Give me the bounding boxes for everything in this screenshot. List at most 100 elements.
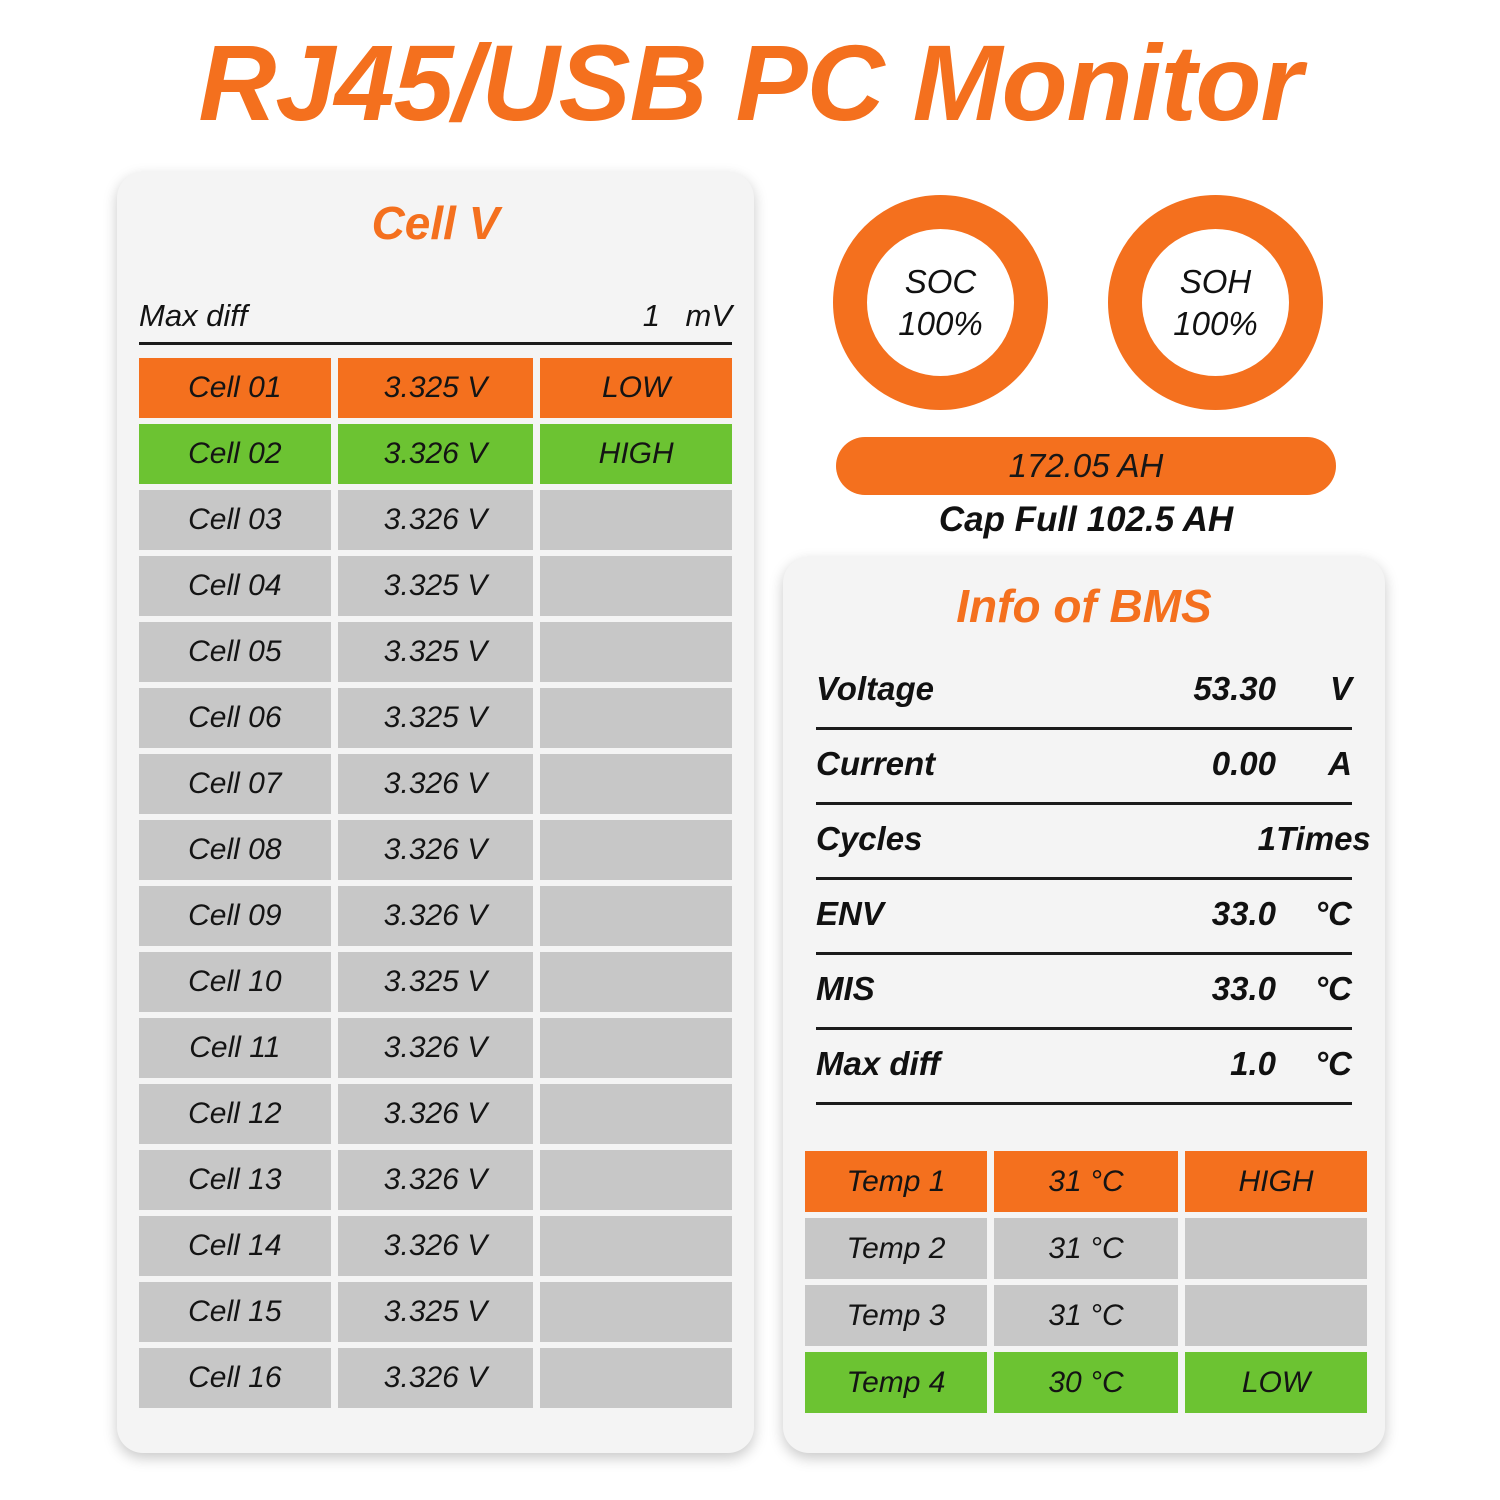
cell-voltage-value: 3.326 V [337,886,534,946]
cell-status-flag [540,1282,733,1342]
cell-name: Cell 03 [139,490,331,550]
cell-status-flag [540,622,733,682]
cell-row: Cell 15 3.325 V [139,1282,733,1342]
bms-info-value: 0.00 [1211,745,1276,782]
bms-info-label: ENV [816,895,884,932]
cell-name: Cell 15 [139,1282,331,1342]
cell-status-flag [540,490,733,550]
soh-gauge-label: SOH [1179,263,1252,301]
bms-info-row: Current 0.00 A [816,730,1352,805]
temperature-row: Temp 1 31 °C HIGH [805,1151,1367,1212]
cell-voltage-value: 3.325 V [337,688,534,748]
cell-row: Cell 02 3.326 V HIGH [139,424,733,484]
cell-name: Cell 12 [139,1084,331,1144]
cell-row: Cell 01 3.325 V LOW [139,358,733,418]
cell-voltage-panel-title: Cell V [371,197,500,249]
cell-voltage-value: 3.326 V [337,754,534,814]
bms-info-row: Voltage 53.30 V [816,655,1352,730]
bms-info-unit: Times [1276,820,1371,857]
temperature-status-flag: LOW [1185,1352,1367,1413]
bms-info-label: Current [816,745,936,782]
soh-gauge-value: 100% [1173,304,1258,342]
cell-max-diff-unit: mV [685,298,733,333]
cell-voltage-value: 3.326 V [337,424,534,484]
temperature-value: 30 °C [994,1352,1178,1413]
bms-info-label: Voltage [816,670,934,707]
bms-info-value: 53.30 [1193,670,1276,707]
cell-voltage-table: Cell 01 3.325 V LOW Cell 02 3.326 V HIGH Cell … [139,358,733,1414]
bms-info-row: Max diff 1.0 °C [816,1030,1352,1105]
bms-info-unit: °C [1314,1045,1352,1082]
cell-name: Cell 08 [139,820,331,880]
bms-info-unit: °C [1314,970,1352,1007]
cell-name: Cell 10 [139,952,331,1012]
cell-row: Cell 11 3.326 V [139,1018,733,1078]
cell-row: Cell 06 3.325 V [139,688,733,748]
remaining-capacity-pill: 172.05 AH [836,437,1336,495]
temperature-table: Temp 1 31 °C HIGH Temp 2 31 °C Temp 3 31 °C Tem… [805,1151,1367,1419]
temperature-row: Temp 4 30 °C LOW [805,1352,1367,1413]
cell-voltage-value: 3.326 V [337,1018,534,1078]
cell-row: Cell 10 3.325 V [139,952,733,1012]
soh-gauge: SOH 100% [1108,195,1323,410]
bms-info-label: Cycles [816,820,923,857]
cell-voltage-value: 3.325 V [337,1282,534,1342]
full-capacity-label: Cap Full 102.5 AH [938,500,1234,539]
cell-name: Cell 11 [139,1018,331,1078]
bms-info-row: MIS 33.0 °C [816,955,1352,1030]
cell-name: Cell 05 [139,622,331,682]
bms-info-value: 33.0 [1211,895,1276,932]
temperature-status-flag [1185,1218,1367,1279]
cell-max-diff-row: Max diff 1 mV [139,298,732,345]
temperature-status-flag [1185,1285,1367,1346]
cell-status-flag [540,820,733,880]
cell-status-flag: LOW [540,358,733,418]
cell-status-flag [540,556,733,616]
cell-row: Cell 04 3.325 V [139,556,733,616]
bms-info-label: MIS [816,970,875,1007]
app-root: RJ45/USB PC Monitor Cell V Max diff 1 mV… [0,0,1500,1500]
bms-info-unit: V [1329,670,1352,707]
cell-name: Cell 13 [139,1150,331,1210]
cell-status-flag [540,1018,733,1078]
cell-voltage-value: 3.326 V [337,1216,534,1276]
cell-voltage-value: 3.325 V [337,622,534,682]
temperature-name: Temp 3 [805,1285,987,1346]
soc-gauge-value: 100% [898,304,983,342]
temperature-value: 31 °C [994,1151,1178,1212]
cell-status-flag [540,1348,733,1408]
cell-status-flag: HIGH [540,424,733,484]
bms-info-unit: °C [1314,895,1352,932]
cell-status-flag [540,1150,733,1210]
temperature-value: 31 °C [994,1218,1178,1279]
cell-row: Cell 13 3.326 V [139,1150,733,1210]
bms-info-panel: Info of BMS Voltage 53.30 V Current 0.00 A Cyc… [783,557,1385,1453]
cell-row: Cell 09 3.326 V [139,886,733,946]
bms-info-panel-title: Info of BMS [956,580,1212,632]
cell-name: Cell 01 [139,358,331,418]
cell-row: Cell 16 3.326 V [139,1348,733,1408]
cell-status-flag [540,1084,733,1144]
cell-status-flag [540,1216,733,1276]
cell-row: Cell 08 3.326 V [139,820,733,880]
temperature-name: Temp 2 [805,1218,987,1279]
cell-voltage-value: 3.326 V [337,820,534,880]
bms-info-label: Max diff [816,1045,941,1082]
cell-status-flag [540,754,733,814]
bms-info-row: ENV 33.0 °C [816,880,1352,955]
cell-voltage-value: 3.326 V [337,490,534,550]
cell-voltage-value: 3.326 V [337,1084,534,1144]
bms-info-value: 1 [1257,820,1276,857]
temperature-row: Temp 3 31 °C [805,1285,1367,1346]
bms-info-row: Cycles 1 Times [816,805,1371,880]
cell-max-diff-label: Max diff [139,298,248,333]
cell-max-diff-value: 1 [642,298,660,333]
cell-status-flag [540,886,733,946]
cell-name: Cell 06 [139,688,331,748]
cell-row: Cell 07 3.326 V [139,754,733,814]
soc-gauge-label: SOC [904,263,977,301]
bms-info-value: 33.0 [1211,970,1276,1007]
soc-gauge: SOC 100% [833,195,1048,410]
cell-name: Cell 04 [139,556,331,616]
bms-info-value: 1.0 [1230,1045,1276,1082]
